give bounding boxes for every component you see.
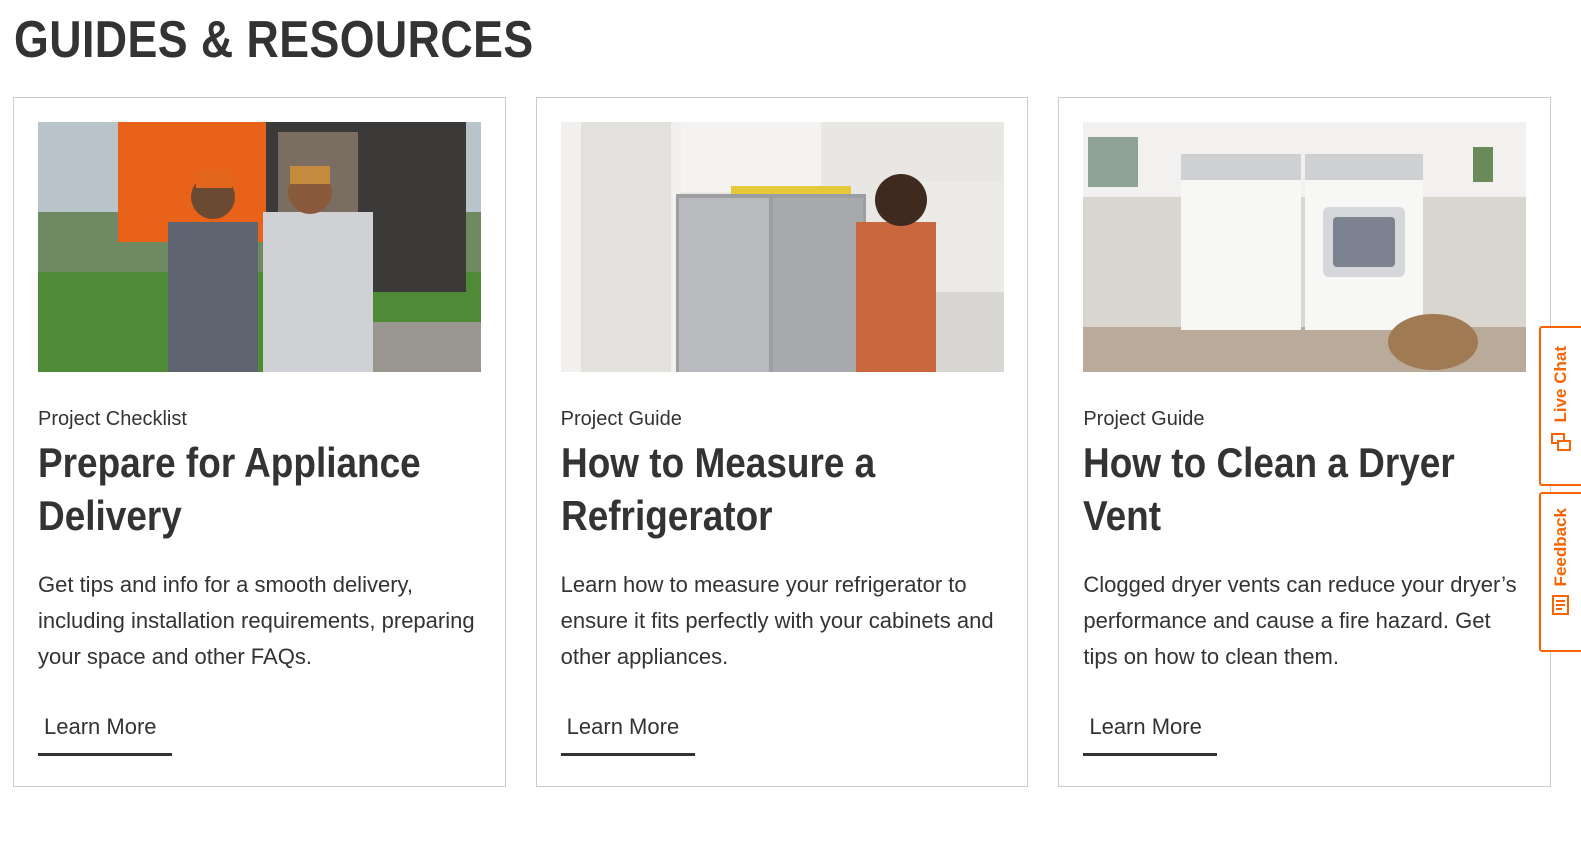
card-description: Learn how to measure your refrigerator t… <box>560 572 994 669</box>
guide-card-appliance-delivery[interactable]: Project Checklist Prepare for Appliance … <box>13 97 506 787</box>
card-kicker: Project Guide <box>1083 408 1205 430</box>
card-title[interactable]: How to Measure a Refrigerator <box>561 436 948 542</box>
live-chat-tab[interactable]: Live Chat <box>1539 326 1581 486</box>
card-description: Clogged dryer vents can reduce your drye… <box>1083 572 1517 669</box>
guide-card-measure-refrigerator[interactable]: Project Guide How to Measure a Refrigera… <box>535 97 1029 787</box>
feedback-form-icon <box>1552 595 1569 616</box>
learn-more-link[interactable]: Learn More <box>38 714 172 756</box>
card-title[interactable]: How to Clean a Dryer Vent <box>1083 436 1470 542</box>
delivery-photo <box>38 122 481 372</box>
learn-more-link[interactable]: Learn More <box>560 714 695 756</box>
card-image-laundry[interactable] <box>1083 122 1527 372</box>
card-image-delivery[interactable] <box>38 122 481 372</box>
laundry-photo <box>1083 122 1527 372</box>
feedback-label: Feedback <box>1551 508 1570 587</box>
chat-bubbles-icon <box>1551 432 1571 451</box>
card-kicker: Project Guide <box>560 408 682 430</box>
refrigerator-photo <box>560 122 1004 372</box>
card-kicker: Project Checklist <box>38 408 187 430</box>
feedback-tab[interactable]: Feedback <box>1539 492 1581 652</box>
section-title: GUIDES & RESOURCES <box>14 11 534 69</box>
card-description: Get tips and info for a smooth delivery,… <box>38 572 475 669</box>
guides-card-list: Project Checklist Prepare for Appliance … <box>13 97 1552 787</box>
card-image-refrigerator[interactable] <box>560 122 1004 372</box>
learn-more-link[interactable]: Learn More <box>1083 714 1218 756</box>
guide-card-dryer-vent[interactable]: Project Guide How to Clean a Dryer Vent … <box>1058 97 1552 787</box>
live-chat-label: Live Chat <box>1551 346 1570 423</box>
card-title[interactable]: Prepare for Appliance Delivery <box>38 436 425 542</box>
